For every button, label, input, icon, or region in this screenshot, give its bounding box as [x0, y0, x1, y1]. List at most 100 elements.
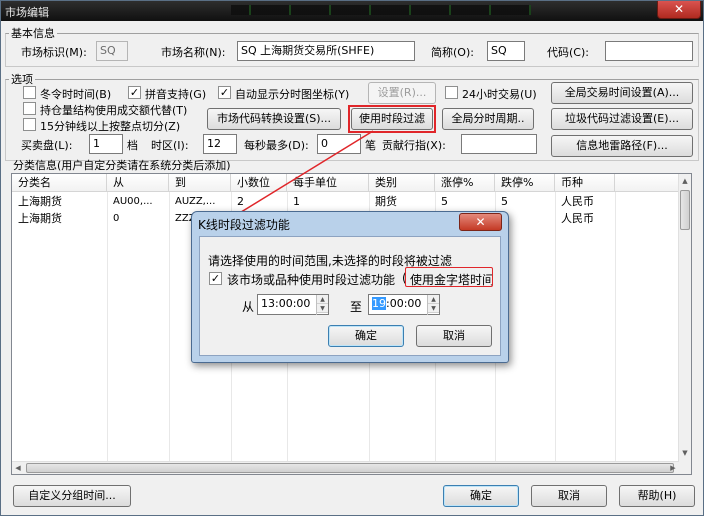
- per-second-field[interactable]: 0: [317, 134, 361, 154]
- scroll-up-icon[interactable]: ▲: [679, 174, 691, 188]
- global-period-button[interactable]: 全局分时周期..: [442, 108, 534, 130]
- to-time-selected-hours: 19: [372, 297, 386, 310]
- table-cell[interactable]: 上海期货: [12, 210, 107, 227]
- bidask-field[interactable]: 1: [89, 134, 123, 154]
- bidask-label: 买卖盘(L):: [21, 139, 73, 152]
- col-header-limit-down[interactable]: 跌停%: [495, 174, 555, 192]
- dialog-ok-button[interactable]: 确定: [328, 325, 404, 347]
- category-list-header: 分类名 从 到 小数位 每手单位 类别 涨停% 跌停% 币种: [12, 174, 680, 192]
- scroll-left-icon[interactable]: ◀: [12, 462, 24, 474]
- junk-code-filter-button[interactable]: 垃圾代码过滤设置(E)...: [551, 108, 693, 130]
- winter-time-label: 冬令时时间(B): [40, 88, 112, 101]
- to-time-rest: :00:00: [386, 297, 422, 310]
- spin-down-icon[interactable]: ▼: [317, 304, 328, 313]
- col-header-currency[interactable]: 币种: [555, 174, 615, 192]
- market-id-field[interactable]: SQ: [96, 41, 128, 61]
- col-header-from[interactable]: 从: [107, 174, 169, 192]
- col-header-limit-up[interactable]: 涨停%: [435, 174, 495, 192]
- bi-label: 笔: [365, 139, 376, 152]
- from-time-spinner[interactable]: ▲ ▼: [316, 295, 328, 315]
- trading-24h-label: 24小时交易(U): [462, 88, 537, 101]
- grid-line: [169, 192, 170, 474]
- dialog-close-button[interactable]: ✕: [459, 213, 502, 231]
- short-name-field[interactable]: SQ: [487, 41, 525, 61]
- ok-button[interactable]: 确定: [443, 485, 519, 507]
- auto-axis-checkbox[interactable]: ✓: [218, 86, 231, 99]
- table-cell[interactable]: 2: [231, 193, 287, 210]
- scroll-down-icon[interactable]: ▼: [679, 446, 691, 460]
- enable-filter-checkbox[interactable]: ✓: [209, 272, 222, 285]
- category-title: 分类信息(用户自定分类请在系统分类后添加): [13, 159, 231, 172]
- table-cell[interactable]: AUZZ,...: [169, 193, 231, 210]
- background-ticker-strip: [231, 5, 531, 15]
- dialog-body: 请选择使用的时间范围,未选择的时段将被过滤 ✓ 该市场或品种使用时段过滤功能 (…: [199, 236, 501, 356]
- vertical-scrollbar[interactable]: ▲ ▼: [678, 174, 691, 474]
- position-structure-label: 持仓量结构使用成交额代替(T): [40, 104, 188, 117]
- window-title: 市场编辑: [5, 6, 49, 19]
- trading-24h-checkbox[interactable]: [445, 86, 458, 99]
- scroll-right-icon[interactable]: ▶: [667, 462, 679, 474]
- enable-filter-label: 该市场或品种使用时段过滤功能: [227, 273, 396, 287]
- settings-button[interactable]: 设置(R)...: [368, 82, 436, 104]
- global-trading-time-button[interactable]: 全局交易时间设置(A)...: [551, 82, 693, 104]
- to-label: 至: [350, 300, 363, 314]
- table-cell[interactable]: AU00,...: [107, 193, 169, 210]
- horizontal-scroll-thumb[interactable]: [26, 463, 674, 473]
- col-header-to[interactable]: 到: [169, 174, 231, 192]
- market-name-label: 市场名称(N):: [161, 46, 226, 59]
- dialog-title: K线时段过滤功能: [198, 218, 290, 232]
- spin-down-icon[interactable]: ▼: [428, 304, 439, 313]
- basic-info-title: 基本信息: [9, 25, 57, 41]
- market-name-field[interactable]: SQ 上海期货交易所(SHFE): [237, 41, 415, 61]
- table-cell[interactable]: 5: [495, 193, 555, 210]
- table-cell[interactable]: 期货: [369, 193, 435, 210]
- col-header-type[interactable]: 类别: [369, 174, 435, 192]
- cancel-button[interactable]: 取消: [531, 485, 607, 507]
- table-cell[interactable]: 人民币: [555, 210, 615, 227]
- grid-line: [107, 192, 108, 474]
- window-close-button[interactable]: ✕: [657, 1, 701, 19]
- market-code-convert-button[interactable]: 市场代码转换设置(S)...: [207, 108, 341, 130]
- per-second-label: 每秒最多(D):: [244, 139, 309, 152]
- spin-up-icon[interactable]: ▲: [317, 295, 328, 304]
- title-bar[interactable]: 市场编辑 ✕: [1, 1, 703, 21]
- table-cell[interactable]: 5: [435, 193, 495, 210]
- kline-15min-checkbox[interactable]: [23, 118, 36, 131]
- pinyin-label: 拼音支持(G): [145, 88, 207, 101]
- spin-up-icon[interactable]: ▲: [428, 295, 439, 304]
- winter-time-checkbox[interactable]: [23, 86, 36, 99]
- time-filter-dialog: K线时段过滤功能 ✕ 请选择使用的时间范围,未选择的时段将被过滤 ✓ 该市场或品…: [191, 211, 509, 363]
- help-button[interactable]: 帮助(H): [619, 485, 695, 507]
- options-title: 选项: [9, 71, 35, 87]
- col-header-decimals[interactable]: 小数位: [231, 174, 287, 192]
- table-cell[interactable]: 0: [107, 210, 169, 227]
- vertical-scroll-thumb[interactable]: [680, 190, 690, 230]
- highlight-time-filter-button: [348, 105, 436, 133]
- grid-line: [555, 192, 556, 474]
- code-field[interactable]: [605, 41, 693, 61]
- highlight-pyramid-time: [405, 267, 493, 287]
- from-time-value: 13:00:00: [261, 297, 311, 310]
- table-cell[interactable]: 人民币: [555, 193, 615, 210]
- custom-group-time-button[interactable]: 自定义分组时间...: [13, 485, 131, 507]
- mine-path-button[interactable]: 信息地雷路径(F)...: [551, 135, 693, 157]
- position-structure-checkbox[interactable]: [23, 102, 36, 115]
- grid-line: [615, 192, 616, 474]
- contrib-label: 贡献行指(X):: [382, 139, 446, 152]
- market-edit-window: 市场编辑 ✕ 基本信息 市场标识(M): SQ 市场名称(N): SQ 上海期货…: [0, 0, 704, 516]
- horizontal-scrollbar[interactable]: ◀ ▶: [12, 461, 679, 474]
- market-id-label: 市场标识(M):: [21, 46, 87, 59]
- pinyin-checkbox[interactable]: ✓: [128, 86, 141, 99]
- dang-label: 档: [127, 139, 138, 152]
- to-time-spinner[interactable]: ▲ ▼: [427, 295, 439, 315]
- timezone-field[interactable]: 12: [203, 134, 237, 154]
- col-header-lot-unit[interactable]: 每手单位: [287, 174, 369, 192]
- col-header-name[interactable]: 分类名: [12, 174, 107, 192]
- table-cell[interactable]: 1: [287, 193, 369, 210]
- table-cell[interactable]: 上海期货: [12, 193, 107, 210]
- timezone-label: 时区(I):: [151, 139, 189, 152]
- dialog-cancel-button[interactable]: 取消: [416, 325, 492, 347]
- code-label: 代码(C):: [547, 46, 589, 59]
- contrib-field[interactable]: [461, 134, 537, 154]
- auto-axis-label: 自动显示分时图坐标(Y): [235, 88, 350, 101]
